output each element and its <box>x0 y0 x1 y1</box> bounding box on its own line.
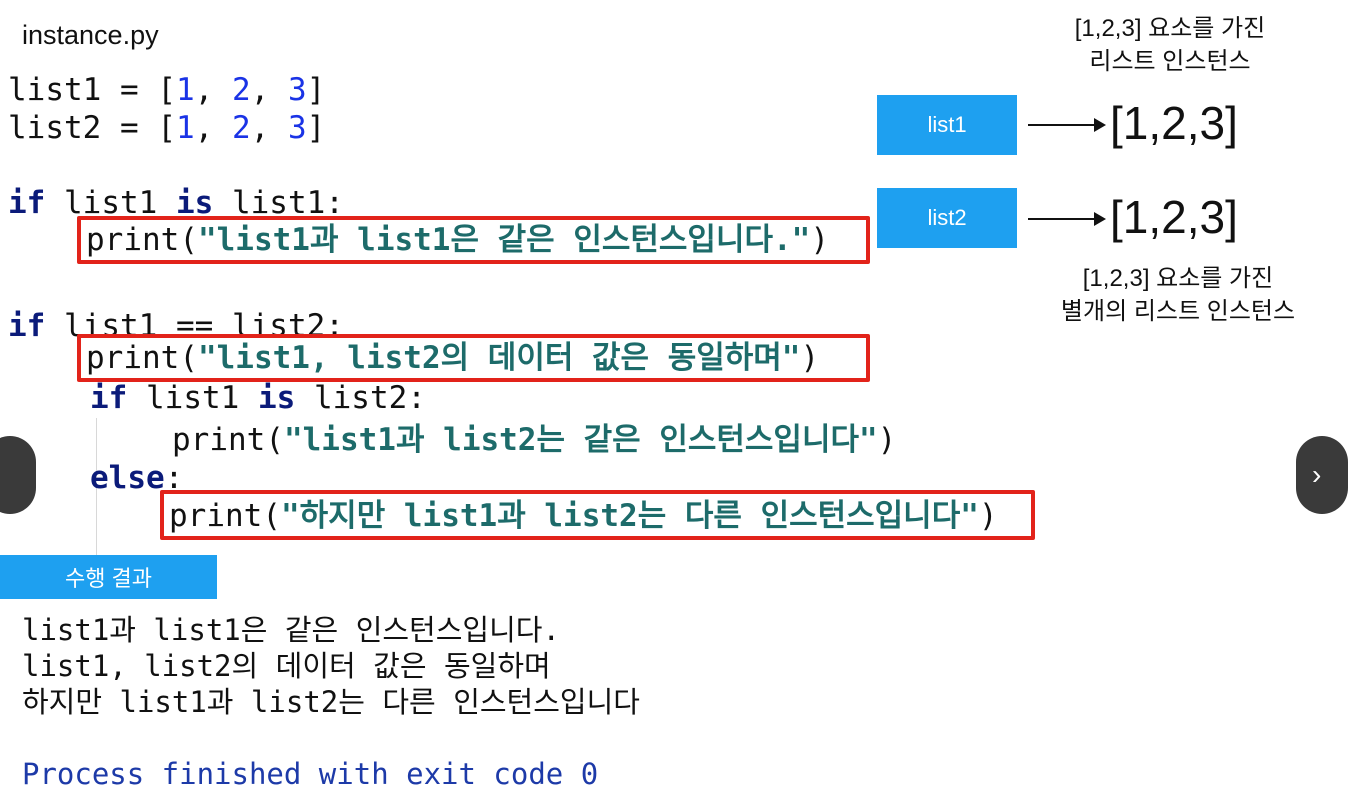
list-instance-2: [1,2,3] <box>1110 191 1238 243</box>
chevron-right-icon: › <box>1312 459 1322 490</box>
code-line-print3: print("list1과 list2는 같은 인스턴스입니다") <box>172 422 897 458</box>
reference-arrow-list2 <box>1028 212 1106 226</box>
code-line-print2: print("list1, list2의 데이터 값은 동일하며") <box>86 340 820 376</box>
next-slide-button[interactable]: › <box>1296 436 1348 514</box>
code-line-print4: print("하지만 list1과 list2는 다른 인스턴스입니다") <box>169 498 998 534</box>
note-bottom: [1,2,3] 요소를 가진 별개의 리스트 인스턴스 <box>1060 265 1296 325</box>
variable-box-list1: list1 <box>877 95 1017 155</box>
result-label: 수행 결과 <box>0 555 217 599</box>
variable-box-list2: list2 <box>877 188 1017 248</box>
output-line-1: list1과 list1은 같은 인스턴스입니다. <box>22 613 560 647</box>
output-line-2: list1, list2의 데이터 값은 동일하며 <box>22 649 551 683</box>
code-line-list2: list2 = [1, 2, 3] <box>8 110 326 146</box>
output-exit-line: Process finished with exit code 0 <box>22 757 599 791</box>
note-top: [1,2,3] 요소를 가진 리스트 인스턴스 <box>1074 15 1266 75</box>
code-line-print1: print("list1과 list1은 같은 인스턴스입니다.") <box>86 222 829 258</box>
file-name-label: instance.py <box>22 20 159 50</box>
prev-slide-button[interactable] <box>0 436 36 514</box>
list-instance-1: [1,2,3] <box>1110 97 1238 149</box>
output-line-3: 하지만 list1과 list2는 다른 인스턴스입니다 <box>22 685 640 719</box>
reference-arrow-list1 <box>1028 118 1106 132</box>
code-line-nested-if: if list1 is list2: <box>90 380 426 416</box>
code-line-list1: list1 = [1, 2, 3] <box>8 72 326 108</box>
